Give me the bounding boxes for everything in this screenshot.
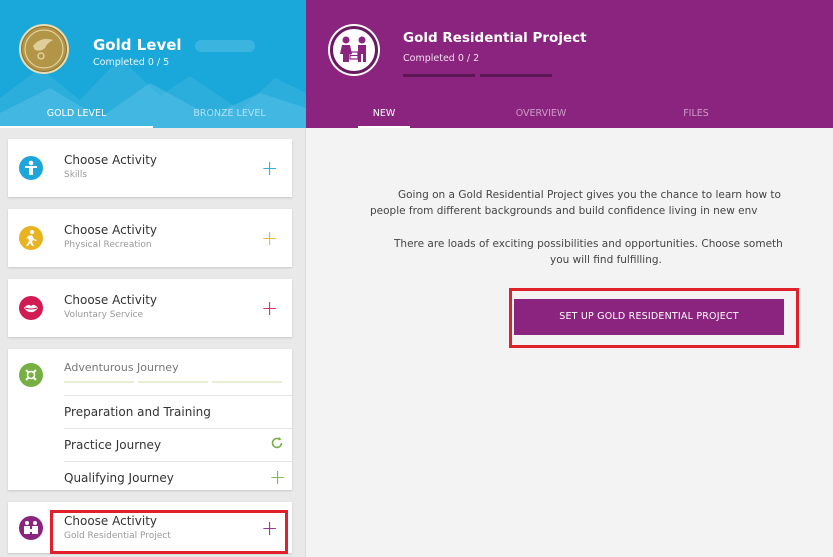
sub-item-practice-journey[interactable]: Practice Journey xyxy=(64,428,292,461)
add-qualifying-journey-button[interactable]: + xyxy=(269,467,286,487)
residential-people-icon xyxy=(19,516,43,540)
residential-people-icon xyxy=(330,26,378,74)
tab-bronze-level[interactable]: BRONZE LEVEL xyxy=(153,101,306,128)
options-text: you will find fulfilling. xyxy=(550,254,662,266)
activity-category: Skills xyxy=(64,170,88,180)
tab-files[interactable]: FILES xyxy=(666,101,726,126)
progress-segment xyxy=(403,74,475,77)
sub-item-label: Qualifying Journey xyxy=(64,471,174,485)
activity-category: Voluntary Service xyxy=(64,310,144,320)
sections-list: Choose Activity Skills + Choose Activity… xyxy=(0,128,306,557)
section-title: Adventurous Journey xyxy=(64,361,179,374)
list-item-voluntary-service[interactable]: Choose Activity Voluntary Service + xyxy=(8,279,292,337)
level-header: Gold Level Completed 0 / 5 GOLD LEVEL BR… xyxy=(0,0,306,128)
tab-new[interactable]: NEW xyxy=(358,101,410,128)
tab-overview[interactable]: OVERVIEW xyxy=(496,101,586,126)
highlight-box xyxy=(509,288,799,348)
level-progress: Completed 0 / 5 xyxy=(93,57,170,68)
list-item-physical-recreation[interactable]: Choose Activity Physical Recreation + xyxy=(8,209,292,267)
intro-text: Going on a Gold Residential Project give… xyxy=(398,189,781,201)
progress-segment xyxy=(480,74,552,77)
project-title: Gold Residential Project xyxy=(403,30,587,46)
project-content: Going on a Gold Residential Project give… xyxy=(306,128,833,557)
running-person-icon xyxy=(19,226,43,250)
list-item-adventurous-journey: Adventurous Journey Preparation and Trai… xyxy=(8,349,292,490)
highlight-box xyxy=(50,510,288,554)
options-text: There are loads of exciting possibilitie… xyxy=(394,238,783,250)
activity-name: Choose Activity xyxy=(64,293,157,307)
gold-badge-icon xyxy=(19,24,69,74)
refresh-icon[interactable] xyxy=(270,436,284,456)
compass-hike-icon xyxy=(19,363,43,387)
sub-item-preparation[interactable]: Preparation and Training xyxy=(64,395,292,428)
activity-name: Choose Activity xyxy=(64,223,157,237)
intro-text: people from different backgrounds and bu… xyxy=(370,205,758,217)
activity-category: Physical Recreation xyxy=(64,240,152,250)
project-progress: Completed 0 / 2 xyxy=(403,53,480,64)
lips-heart-icon xyxy=(19,296,43,320)
activity-name: Choose Activity xyxy=(64,153,157,167)
add-voluntary-service-button[interactable]: + xyxy=(261,298,278,318)
sub-item-label: Practice Journey xyxy=(64,438,162,452)
tab-gold-level[interactable]: GOLD LEVEL xyxy=(0,101,153,128)
add-skills-button[interactable]: + xyxy=(261,158,278,178)
add-physical-recreation-button[interactable]: + xyxy=(261,228,278,248)
person-skills-icon xyxy=(19,156,43,180)
level-title: Gold Level xyxy=(93,36,182,54)
project-header: Gold Residential Project Completed 0 / 2… xyxy=(306,0,833,128)
sub-item-qualifying-journey[interactable]: Qualifying Journey + xyxy=(64,461,292,494)
sub-item-label: Preparation and Training xyxy=(64,405,211,419)
list-item-skills[interactable]: Choose Activity Skills + xyxy=(8,139,292,197)
